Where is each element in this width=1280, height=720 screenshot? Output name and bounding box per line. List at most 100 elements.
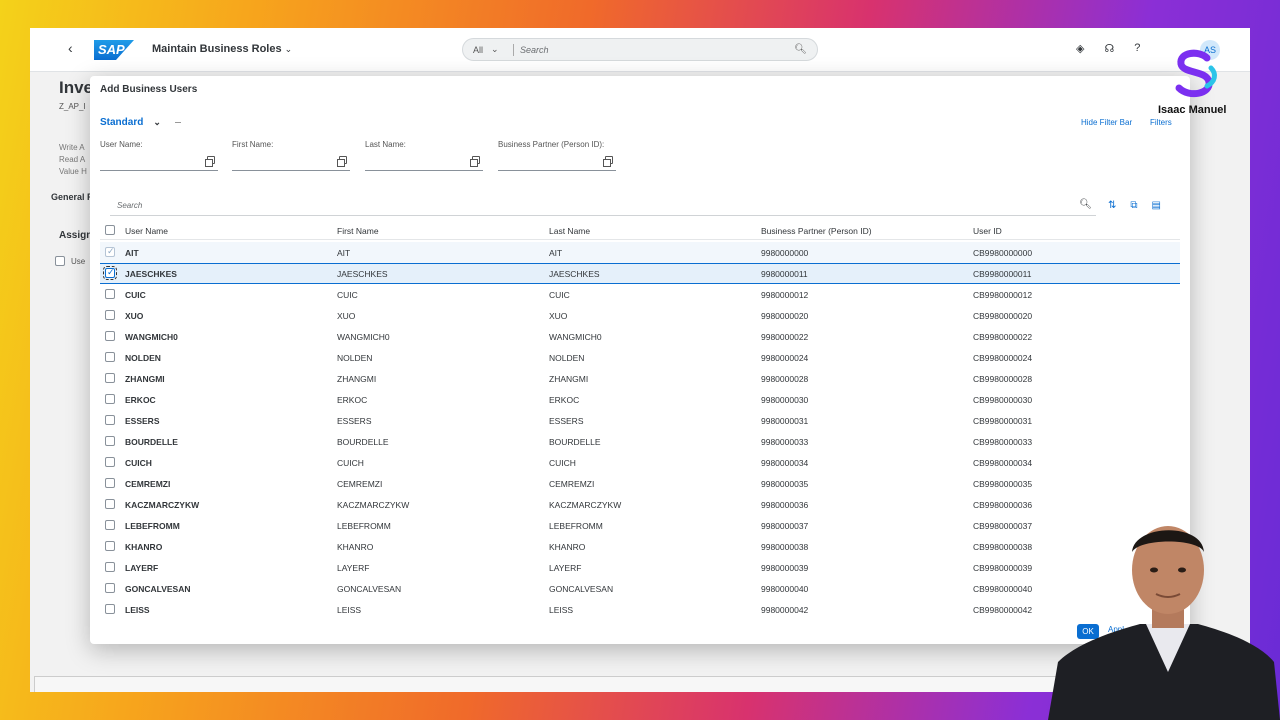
- table-row[interactable]: JAESCHKES JAESCHKES JAESCHKES 9980000011 CB9…: [100, 263, 1180, 284]
- table-row[interactable]: LEBEFROMM LEBEFROMM LEBEFROMM 9980000037 CB9…: [100, 515, 1180, 536]
- row-checkbox[interactable]: [103, 265, 117, 280]
- page-subtitle: Z_AP_I: [59, 102, 86, 111]
- tab-general[interactable]: General F: [51, 192, 93, 202]
- row-select-cell: [100, 265, 125, 280]
- user-name-cell: LAYERF: [125, 562, 159, 573]
- table-row[interactable]: XUO XUO XUO 9980000020 CB9980000020: [100, 305, 1180, 326]
- last-name-cell: LEISS: [549, 604, 574, 615]
- business-partner-cell: 9980000038: [761, 541, 809, 552]
- help-icon[interactable]: ?: [1134, 42, 1140, 55]
- app-title-menu[interactable]: Maintain Business Roles ⌄: [152, 43, 292, 55]
- column-header[interactable]: Business Partner (Person ID): [761, 226, 973, 236]
- last-name-field[interactable]: [365, 154, 483, 171]
- last-name-cell: JAESCHKES: [549, 268, 600, 279]
- table-row[interactable]: CUIC CUIC CUIC 9980000012 CB9980000012: [100, 284, 1180, 305]
- search-icon[interactable]: 🔍︎: [794, 44, 807, 55]
- headset-icon[interactable]: ☊: [1104, 42, 1114, 55]
- page-attributes: Write A Read A Value H: [59, 142, 87, 178]
- first-name-cell: WANGMICH0: [337, 331, 390, 342]
- lightbulb-icon[interactable]: ◈: [1076, 42, 1084, 55]
- paste-icon[interactable]: ▤: [1152, 200, 1161, 211]
- value-help-icon[interactable]: [470, 156, 480, 167]
- filters-button[interactable]: Filters: [1150, 118, 1172, 127]
- first-name-field[interactable]: [232, 154, 350, 171]
- search-input[interactable]: Search: [520, 45, 794, 55]
- user-id-cell: CB9980000000: [973, 247, 1033, 258]
- first-name-cell: CUICH: [337, 457, 364, 468]
- table-row[interactable]: LAYERF LAYERF LAYERF 9980000039 CB9980000039: [100, 557, 1180, 578]
- table-row[interactable]: WANGMICH0 WANGMICH0 WANGMICH0 9980000022 CB9…: [100, 326, 1180, 347]
- back-icon[interactable]: ‹: [68, 40, 73, 56]
- value-help-icon[interactable]: [337, 156, 347, 167]
- sort-icon[interactable]: ⇅: [1108, 200, 1116, 211]
- column-header[interactable]: First Name: [337, 226, 549, 236]
- user-id-cell: CB9980000020: [973, 310, 1033, 321]
- search-scope-select[interactable]: All ⌄: [463, 44, 513, 55]
- user-name-field[interactable]: [100, 154, 218, 171]
- table-row[interactable]: KACZMARCZYKW KACZMARCZYKW KACZMARCZYKW 9980…: [100, 494, 1180, 515]
- first-name-cell: CUIC: [337, 289, 358, 300]
- chevron-down-icon: ⌄: [284, 44, 293, 54]
- row-checkbox[interactable]: [105, 372, 115, 383]
- row-checkbox[interactable]: [105, 414, 115, 425]
- filter-label: Last Name:: [365, 140, 406, 149]
- first-name-cell: LAYERF: [337, 562, 370, 573]
- row-select-cell: [100, 309, 125, 322]
- value-help-icon[interactable]: [205, 156, 215, 167]
- global-search[interactable]: All ⌄ Search 🔍︎: [462, 38, 818, 61]
- table-row[interactable]: ZHANGMI ZHANGMI ZHANGMI 9980000028 CB9980000…: [100, 368, 1180, 389]
- row-checkbox[interactable]: [105, 246, 115, 257]
- table-search-input[interactable]: Search 🔍︎: [110, 198, 1096, 216]
- user-id-cell: CB9980000030: [973, 394, 1033, 405]
- row-checkbox[interactable]: [105, 582, 115, 593]
- row-checkbox[interactable]: [105, 351, 115, 362]
- first-name-cell: ERKOC: [337, 394, 368, 405]
- column-header[interactable]: User Name: [125, 226, 337, 236]
- table-row[interactable]: ERKOC ERKOC ERKOC 9980000030 CB9980000030: [100, 389, 1180, 410]
- last-name-cell: LEBEFROMM: [549, 520, 603, 531]
- select-all-checkbox[interactable]: [55, 256, 65, 266]
- shell-bar: ‹ SAP Maintain Business Roles ⌄ All ⌄ Sea…: [30, 28, 1250, 72]
- table-row[interactable]: ESSERS ESSERS ESSERS 9980000031 CB9980000031: [100, 410, 1180, 431]
- select-all-checkbox[interactable]: [105, 224, 115, 235]
- row-checkbox[interactable]: [105, 498, 115, 509]
- row-checkbox[interactable]: [105, 435, 115, 446]
- hide-filter-bar-button[interactable]: Hide Filter Bar: [1081, 118, 1132, 127]
- business-partner-field[interactable]: [498, 154, 616, 171]
- table-row[interactable]: KHANRO KHANRO KHANRO 9980000038 CB9980000038: [100, 536, 1180, 557]
- row-checkbox[interactable]: [105, 330, 115, 341]
- column-header[interactable]: Last Name: [549, 226, 761, 236]
- row-checkbox[interactable]: [105, 393, 115, 404]
- user-name-cell: KHANRO: [125, 541, 163, 552]
- table-row[interactable]: CUICH CUICH CUICH 9980000034 CB9980000034: [100, 452, 1180, 473]
- first-name-cell: GONCALVESAN: [337, 583, 402, 594]
- row-checkbox[interactable]: [105, 561, 115, 572]
- column-header[interactable]: User ID: [973, 226, 1173, 236]
- row-checkbox[interactable]: [105, 477, 115, 488]
- row-checkbox[interactable]: [105, 309, 115, 320]
- last-name-cell: ESSERS: [549, 415, 584, 426]
- user-name-cell: CUIC: [125, 289, 146, 300]
- table-row[interactable]: CEMREMZI CEMREMZI CEMREMZI 9980000035 CB9980…: [100, 473, 1180, 494]
- sap-logo[interactable]: SAP: [94, 40, 134, 60]
- user-id-cell: CB9980000011: [973, 268, 1032, 279]
- variant-management[interactable]: Standard ⌄: [100, 117, 181, 128]
- filter-business-partner: Business Partner (Person ID):: [498, 140, 616, 171]
- search-placeholder: Search: [117, 201, 143, 210]
- copy-icon[interactable]: ⧉: [1130, 200, 1137, 211]
- table-row[interactable]: LEISS LEISS LEISS 9980000042 CB9980000042: [100, 599, 1180, 620]
- value-help-icon[interactable]: [603, 156, 613, 167]
- attribute-label: Value H: [59, 167, 87, 176]
- row-checkbox[interactable]: [105, 456, 115, 467]
- table-row[interactable]: BOURDELLE BOURDELLE BOURDELLE 9980000033 CB9…: [100, 431, 1180, 452]
- row-checkbox[interactable]: [105, 603, 115, 614]
- attribute-label: Write A: [59, 143, 85, 152]
- table-row[interactable]: NOLDEN NOLDEN NOLDEN 9980000024 CB9980000024: [100, 347, 1180, 368]
- table-row[interactable]: GONCALVESAN GONCALVESAN GONCALVESAN 9980000…: [100, 578, 1180, 599]
- search-icon[interactable]: 🔍︎: [1079, 199, 1092, 210]
- row-checkbox[interactable]: [105, 540, 115, 551]
- row-select-cell: [100, 393, 125, 406]
- row-checkbox[interactable]: [105, 288, 115, 299]
- row-checkbox[interactable]: [105, 519, 115, 530]
- table-row[interactable]: AIT AIT AIT 9980000000 CB9980000000: [100, 242, 1180, 263]
